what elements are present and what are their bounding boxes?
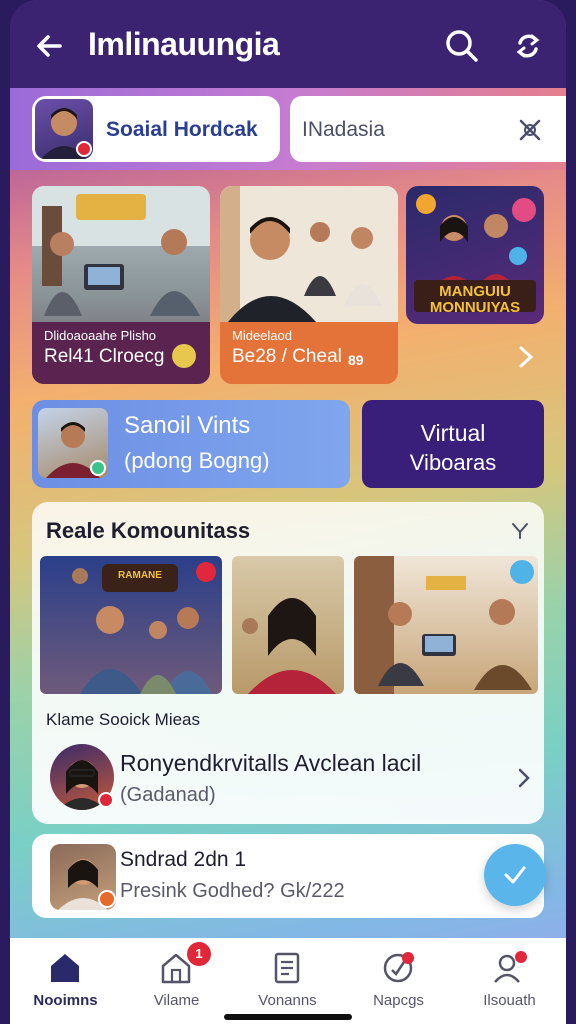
home-indicator	[224, 1014, 352, 1020]
notification-subtitle: Presink Godhed? Gk/222	[120, 880, 345, 902]
rating-icon	[383, 952, 414, 983]
tile-subtitle: Viboaras	[409, 450, 497, 475]
tile-title: Sanoil Vints	[124, 412, 251, 439]
avatar	[35, 99, 93, 159]
clear-icon[interactable]	[516, 116, 544, 144]
community-panel: Reale Komounitass RAMANE Klame Sooick Mi…	[32, 502, 544, 824]
nav-item-account[interactable]: Ilsouath	[454, 938, 565, 1024]
card-caption: Dlidoaoaahe Plisho	[44, 328, 157, 343]
nav-label: Nooimns	[33, 992, 98, 1009]
card-badge: 89	[348, 352, 364, 368]
status-dot	[98, 792, 114, 808]
chevron-right-icon[interactable]	[512, 342, 540, 372]
profile-chip[interactable]: Soaial Hordcak	[32, 96, 280, 162]
card-title: Be28 / Cheal	[232, 346, 342, 367]
section-title: Reale Komounitass	[46, 518, 251, 543]
card-caption: Mideelaod	[232, 328, 292, 343]
card-title: Rel41 Clroecg	[44, 346, 165, 367]
section-subtitle: Klame Sooick Mieas	[46, 710, 201, 729]
nav-item-village[interactable]: 1 Vilame	[121, 938, 232, 1024]
featured-card-2[interactable]: Mideelaod Be28 / Cheal 89	[220, 186, 398, 384]
photo-banner: RAMANE	[118, 570, 162, 581]
nav-item-home[interactable]: Nooimns	[10, 938, 121, 1024]
refresh-icon[interactable]	[508, 26, 548, 66]
search-field[interactable]: INadasia	[290, 96, 566, 162]
social-events-tile[interactable]: Sanoil Vints (pdong Bogng)	[32, 400, 350, 488]
tile-photo	[38, 408, 108, 478]
user-icon	[494, 951, 527, 983]
nav-label: Napcgs	[373, 992, 424, 1009]
nav-label: Vilame	[153, 992, 200, 1009]
profile-chip-label: Soaial Hordcak	[106, 118, 258, 141]
check-icon	[504, 866, 526, 884]
filter-icon[interactable]	[510, 520, 530, 540]
chevron-right-icon[interactable]	[514, 764, 534, 792]
featured-card-3[interactable]: MANGUIU MONNUIYAS	[406, 186, 544, 324]
person-photo	[41, 108, 92, 159]
nav-label: Vonanns	[258, 992, 317, 1009]
back-arrow-icon[interactable]	[30, 26, 70, 66]
notification-card[interactable]: Sndrad 2dn 1 Presink Godhed? Gk/222	[32, 834, 544, 918]
panel-photo-3[interactable]	[354, 556, 538, 694]
featured-card-1[interactable]: Dlidoaoaahe Plisho Rel41 Clroecg	[32, 186, 210, 384]
status-dot	[98, 890, 116, 908]
nav-label: Ilsouath	[483, 992, 536, 1009]
document-icon	[274, 952, 300, 984]
list-item-subtitle: (Gadanad)	[120, 784, 216, 806]
tile-subtitle: (pdong Bogng)	[124, 448, 270, 473]
panel-photo-2[interactable]	[232, 556, 344, 694]
panel-photo-1[interactable]: RAMANE	[40, 556, 222, 694]
nav-item-documents[interactable]: Vonanns	[232, 938, 343, 1024]
page-title: Imlinauungia	[88, 26, 280, 62]
search-text: INadasia	[302, 118, 385, 141]
search-icon[interactable]	[442, 26, 482, 66]
top-app-bar: Imlinauungia	[10, 0, 566, 88]
nav-item-ratings[interactable]: Napcgs	[343, 938, 454, 1024]
event-banner: MANGUIU MONNUIYAS	[429, 283, 521, 316]
app-screen: Imlinauungia Soaial Hordcak INadasia Dli…	[10, 0, 566, 1024]
confirm-fab[interactable]	[484, 844, 546, 906]
chip-row: Soaial Hordcak INadasia	[10, 88, 566, 170]
list-item-title[interactable]: Ronyendkrvitalls Avclean lacil	[120, 750, 421, 777]
home-icon	[51, 954, 79, 982]
notification-title: Sndrad 2dn 1	[120, 848, 247, 871]
virtual-tile[interactable]: Virtual Viboaras	[362, 400, 544, 488]
tile-title: Virtual	[420, 420, 486, 446]
notification-badge: 1	[187, 942, 211, 966]
bottom-nav: Nooimns 1 Vilame Vonanns Napcgs Ilsouath	[10, 938, 566, 1024]
